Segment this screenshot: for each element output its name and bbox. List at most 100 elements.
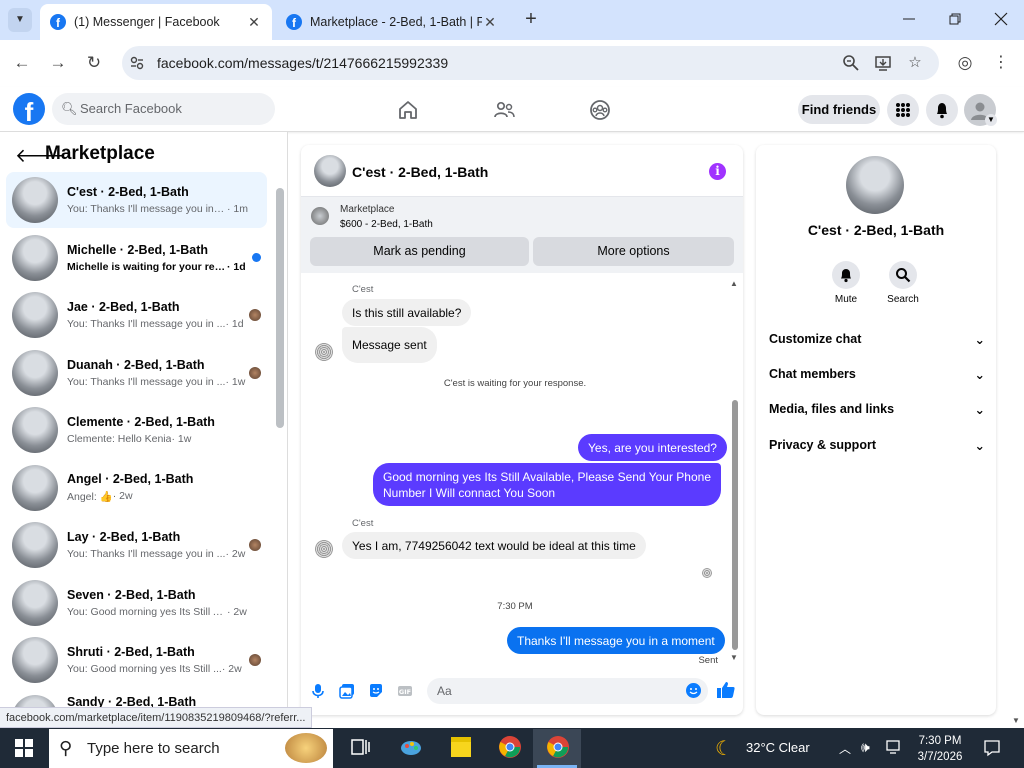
message-input[interactable]: Aa — [427, 678, 708, 704]
conversation-text: Angel · 2-Bed, 1-Bath Angel: 👍 · 2w — [67, 472, 249, 503]
friends-icon[interactable] — [492, 98, 516, 122]
customize-chat-row[interactable]: Customize chat ⌄ — [769, 332, 985, 347]
message-text: Good morning yes Its Still Available, Pl… — [383, 469, 711, 500]
sender-avatar[interactable] — [315, 540, 333, 558]
conversation-item[interactable]: Duanah · 2-Bed, 1-Bath You: Thanks I'll m… — [6, 345, 267, 401]
find-friends-button[interactable]: Find friends — [798, 95, 880, 124]
notifications-button[interactable] — [926, 94, 958, 126]
site-info-button[interactable] — [127, 53, 147, 73]
taskbar-clock[interactable]: 7:30 PM 3/7/2026 — [910, 733, 970, 765]
windows-logo-icon — [15, 739, 33, 757]
tab-search-button[interactable]: ▼ — [8, 8, 32, 32]
mark-as-pending-button[interactable]: Mark as pending — [310, 237, 529, 266]
like-thumbs-up-icon[interactable] — [716, 680, 736, 700]
browser-menu-icon[interactable]: ⋮ — [992, 54, 1010, 72]
weather-text[interactable]: 32°C Clear — [746, 740, 810, 755]
conversation-name: Duanah · 2-Bed, 1-Bath — [67, 357, 205, 372]
waiting-notice: C'est is waiting for your response. — [443, 378, 587, 389]
message-bubble-incoming[interactable]: Message sent — [342, 327, 437, 363]
status-bar-url: facebook.com/marketplace/item/1190835219… — [0, 707, 313, 728]
emoji-icon[interactable] — [686, 683, 701, 698]
left-scrollbar[interactable] — [276, 188, 284, 428]
sticker-icon[interactable] — [368, 683, 384, 699]
back-button[interactable]: ← — [11, 52, 33, 74]
message-bubble-outgoing[interactable]: Good morning yes Its Still Available, Pl… — [373, 463, 721, 506]
listing-price[interactable]: $600 - 2-Bed, 1-Bath — [340, 219, 433, 230]
privacy-support-row[interactable]: Privacy & support ⌄ — [769, 438, 985, 453]
reload-button[interactable]: ↻ — [83, 52, 105, 74]
home-icon[interactable] — [396, 98, 420, 122]
network-icon[interactable] — [886, 739, 904, 755]
conversation-item[interactable]: Jae · 2-Bed, 1-Bath You: Thanks I'll mess… — [6, 287, 267, 343]
install-app-icon[interactable] — [874, 54, 892, 72]
microphone-icon[interactable] — [310, 683, 326, 699]
media-files-links-row[interactable]: Media, files and links ⌄ — [769, 402, 985, 417]
chat-avatar[interactable] — [314, 155, 346, 187]
svg-text:GIF: GIF — [399, 688, 411, 696]
conversation-preview: You: Thanks I'll message you in ... — [67, 548, 226, 560]
account-chevron-icon[interactable]: ▼ — [985, 114, 997, 126]
start-button[interactable] — [14, 738, 34, 758]
conversation-thumbnail — [12, 464, 58, 511]
conversation-item[interactable]: Lay · 2-Bed, 1-Bath You: Thanks I'll mess… — [6, 517, 267, 573]
new-tab-button[interactable]: + — [520, 8, 542, 30]
conversation-item[interactable]: Michelle · 2-Bed, 1-Bath Michelle is wait… — [6, 230, 267, 286]
taskbar-search-box[interactable]: ⚲ Type here to search — [49, 729, 333, 768]
conversation-item[interactable]: Angel · 2-Bed, 1-Bath Angel: 👍 · 2w — [6, 460, 267, 516]
page-scroll-down-icon[interactable]: ▼ — [1012, 716, 1020, 725]
time-separator: 7:30 PM — [497, 601, 533, 612]
listing-thumbnail[interactable] — [311, 207, 329, 225]
facebook-search-input[interactable]: 🔍︎ Search Facebook — [52, 93, 275, 125]
message-bubble-incoming[interactable]: Yes I am, 7749256042 text would be ideal… — [342, 532, 646, 559]
conversation-item[interactable]: Shruti · 2-Bed, 1-Bath You: Good morning … — [6, 632, 267, 688]
scroll-up-icon[interactable]: ▲ — [730, 279, 738, 288]
minimize-button[interactable] — [900, 10, 918, 28]
weather-moon-icon[interactable]: ☾ — [715, 736, 733, 761]
scroll-down-icon[interactable]: ▼ — [730, 653, 738, 662]
reload-icon: ↻ — [86, 53, 102, 72]
bookmark-star-icon[interactable]: ☆ — [906, 54, 924, 72]
chrome-icon[interactable] — [498, 735, 522, 759]
conversation-text: Seven · 2-Bed, 1-Bath You: Good morning y… — [67, 588, 249, 618]
zoom-icon[interactable] — [842, 54, 860, 72]
forward-button[interactable]: → — [47, 52, 69, 74]
facebook-logo-icon[interactable]: f — [13, 93, 45, 125]
close-window-button[interactable] — [992, 10, 1010, 28]
groups-icon[interactable] — [588, 98, 612, 122]
contact-avatar[interactable] — [846, 156, 904, 214]
sticky-notes-icon[interactable] — [449, 735, 473, 759]
paint-app-icon[interactable] — [399, 735, 423, 759]
chrome-profile-icon[interactable] — [546, 735, 570, 759]
conversation-item[interactable]: Clemente · 2-Bed, 1-Bath Clemente: Hello … — [6, 402, 267, 458]
close-tab-icon[interactable]: ✕ — [246, 14, 262, 31]
profile-icon[interactable]: ◎ — [956, 54, 974, 72]
chat-title[interactable]: C'est · 2-Bed, 1-Bath — [352, 164, 488, 180]
photo-icon[interactable] — [339, 683, 355, 699]
tab-marketplace[interactable]: f Marketplace - 2-Bed, 1-Bath | Fa ✕ — [276, 4, 508, 40]
tab-messenger[interactable]: f (1) Messenger | Facebook ✕ — [40, 4, 272, 40]
conversation-name: Shruti · 2-Bed, 1-Bath — [67, 645, 195, 659]
message-bubble-outgoing[interactable]: Thanks I'll message you in a moment — [507, 627, 725, 654]
chat-members-row[interactable]: Chat members ⌄ — [769, 367, 985, 382]
sender-avatar[interactable] — [315, 343, 333, 361]
conversation-text: Lay · 2-Bed, 1-Bath You: Thanks I'll mess… — [67, 530, 249, 560]
gif-icon[interactable]: GIF — [397, 683, 413, 699]
message-bubble-outgoing[interactable]: Yes, are you interested? — [578, 434, 727, 461]
conversation-item[interactable]: C'est · 2-Bed, 1-Bath You: Thanks I'll me… — [6, 172, 267, 228]
close-tab-icon[interactable]: ✕ — [482, 14, 498, 31]
task-view-icon[interactable] — [349, 735, 373, 759]
search-button[interactable] — [889, 261, 917, 289]
conversation-item[interactable]: Seven · 2-Bed, 1-Bath You: Good morning y… — [6, 575, 267, 631]
chat-scrollbar[interactable] — [732, 400, 738, 650]
url-text[interactable]: facebook.com/messages/t/2147666215992339 — [157, 55, 448, 71]
restore-button[interactable] — [946, 10, 964, 28]
more-options-button[interactable]: More options — [533, 237, 734, 266]
tray-chevron-up-icon[interactable]: ︿ — [839, 740, 851, 757]
notification-center-icon[interactable] — [983, 739, 1001, 757]
bell-icon — [841, 269, 851, 283]
message-bubble-incoming[interactable]: Is this still available? — [342, 299, 472, 326]
mute-button[interactable] — [832, 261, 860, 289]
volume-icon[interactable]: 🕪︎ — [861, 739, 870, 756]
info-icon[interactable]: i — [709, 163, 726, 180]
menu-button[interactable] — [887, 94, 919, 126]
